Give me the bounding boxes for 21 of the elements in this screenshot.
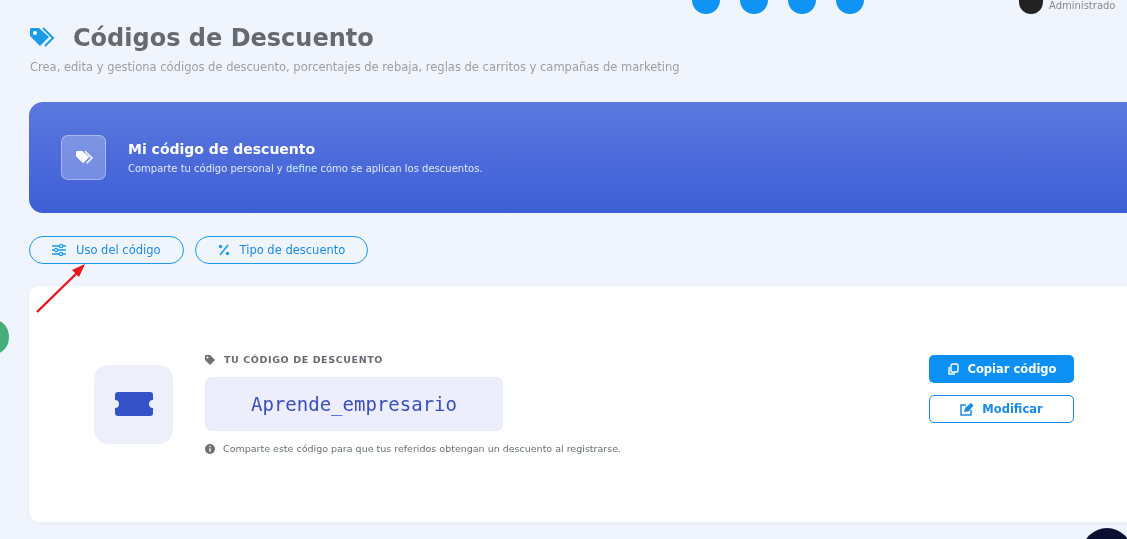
- banner-subtitle: Comparte tu código personal y define cómo se aplican los descuentos.: [128, 163, 483, 174]
- tag-icon: [29, 27, 55, 49]
- copy-icon: [946, 362, 959, 376]
- code-label: TU CÓDIGO DE DESCUENTO: [224, 354, 383, 365]
- edit-icon: [960, 402, 974, 416]
- tags-icon: [61, 135, 106, 180]
- discount-code: Aprende_empresario: [205, 377, 503, 431]
- copy-button[interactable]: Copiar código: [929, 355, 1074, 383]
- avatar-icon[interactable]: [1019, 0, 1043, 14]
- user-role: Administrado: [1049, 0, 1116, 11]
- tag-icon: [205, 354, 215, 365]
- ticket-icon: [94, 364, 173, 444]
- annotation-arrow: [35, 262, 87, 314]
- edit-button[interactable]: Modificar: [929, 395, 1074, 423]
- percent-icon: [217, 244, 230, 256]
- page-subtitle: Crea, edita y gestiona códigos de descuento, porcentajes de rebaja, reglas de carritos y campañas de marketing: [30, 60, 681, 74]
- info-icon: [205, 443, 215, 454]
- banner-title: Mi código de descuento: [128, 141, 317, 157]
- page-title: Códigos de Descuento: [73, 24, 374, 52]
- code-note: Comparte este código para que tus referidos obtengan un descuento al registrarse.: [223, 443, 621, 454]
- sliders-icon: [52, 244, 66, 256]
